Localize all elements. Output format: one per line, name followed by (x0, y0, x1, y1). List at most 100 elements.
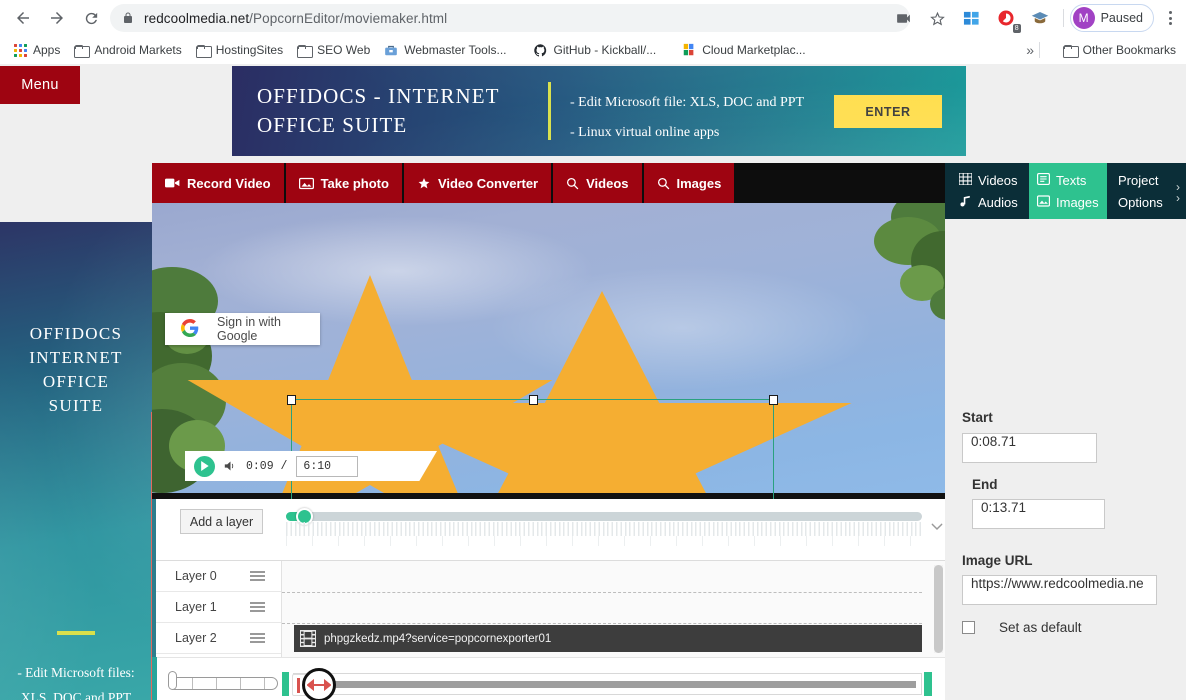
windows-grid-icon[interactable] (958, 4, 986, 32)
track-area[interactable]: phpgzkedz.mp4?service=popcornexporter01 (282, 561, 945, 657)
resize-handle-top-center[interactable] (529, 395, 538, 405)
forward-icon[interactable] (40, 1, 74, 35)
adblock-badge: 8 (1013, 24, 1021, 33)
chevron-down-icon[interactable] (929, 519, 945, 535)
tab-options[interactable]: Options (1110, 191, 1172, 213)
toolbar-video-converter[interactable]: Video Converter (404, 163, 553, 203)
bookmark-hosting-sites[interactable]: HostingSites (190, 38, 289, 62)
drag-handle-icon[interactable] (250, 571, 265, 581)
tracks-vertical-scrollbar[interactable] (934, 565, 943, 653)
other-bookmarks-label: Other Bookmarks (1083, 43, 1176, 57)
current-time-label: 0:09 / (246, 460, 287, 473)
bookmark-cloud-marketplace[interactable]: Cloud Marketplac... (676, 38, 811, 62)
layer-label: Layer 0 (175, 569, 217, 583)
url-text: redcoolmedia.net/PopcornEditor/moviemake… (144, 11, 447, 26)
play-icon[interactable] (194, 456, 215, 477)
tab-audios[interactable]: Audios (951, 191, 1029, 213)
chrome-icon-divider (1063, 9, 1064, 27)
timeline-left-scrub-handle[interactable] (168, 671, 177, 690)
tab-texts[interactable]: Texts (1029, 169, 1107, 191)
promo-title-line-2: OFFICE SUITE (257, 111, 547, 140)
timeline-scroll-end-handle[interactable] (924, 672, 932, 696)
folder-icon (196, 45, 210, 56)
sign-in-with-google-button[interactable]: Sign in with Google (165, 313, 320, 345)
sign-in-with-google-label: Sign in with Google (217, 315, 320, 343)
bookmark-star-icon[interactable] (924, 4, 952, 32)
drag-handle-icon[interactable] (250, 633, 265, 643)
chrome-right-icons: 8 M Paused (887, 4, 1182, 32)
timeline-playhead[interactable] (151, 412, 152, 700)
properties-panel: Videos Audios Texts (945, 163, 1186, 700)
bookmark-apps[interactable]: Apps (8, 38, 66, 62)
bookmarks-bar: Apps Android Markets HostingSites SEO We… (0, 36, 1186, 64)
editor-toolbar: Record Video Take photo Video Converter … (152, 163, 952, 203)
bookmarks-overflow-button[interactable]: » (1026, 36, 1034, 64)
tab-label: Texts (1056, 173, 1086, 188)
tab-label: Project (1118, 173, 1158, 188)
timeline-ruler-majors (286, 536, 922, 546)
reload-icon[interactable] (74, 1, 108, 35)
video-camera-icon[interactable] (890, 4, 918, 32)
panel-tab-group-content: Texts Images (1029, 163, 1107, 219)
resize-handle-top-right[interactable] (769, 395, 778, 405)
other-bookmarks-button[interactable]: Other Bookmarks (1057, 38, 1182, 62)
layer-row[interactable]: Layer 1 (152, 592, 281, 623)
add-layer-button[interactable]: Add a layer (180, 509, 263, 534)
cloud (482, 263, 882, 393)
graduation-cap-icon[interactable] (1026, 4, 1054, 32)
promo-bullet-1: - Edit Microsoft file: XLS, DOC and PPT (570, 88, 804, 118)
toolbar-videos[interactable]: Videos (553, 163, 643, 203)
bookmark-github[interactable]: GitHub - Kickball/... (527, 38, 663, 62)
total-time-input[interactable]: 6:10 (296, 456, 358, 477)
start-label: Start (962, 410, 993, 425)
selection-box[interactable] (291, 399, 774, 499)
address-bar[interactable]: redcoolmedia.net/PopcornEditor/moviemake… (110, 4, 910, 32)
bookmark-android-markets[interactable]: Android Markets (68, 38, 187, 62)
timeline-scroll-start-handle[interactable] (282, 672, 289, 696)
avatar: M (1073, 7, 1095, 29)
start-input[interactable]: 0:08.71 (962, 433, 1097, 463)
panel-tabs-overflow-edge[interactable]: ›› (1176, 163, 1186, 219)
bookmark-seo-web[interactable]: SEO Web (291, 38, 376, 62)
toolbar-take-photo[interactable]: Take photo (286, 163, 404, 203)
google-g-icon (181, 319, 199, 340)
promo-enter-button[interactable]: ENTER (834, 95, 942, 128)
back-icon[interactable] (6, 1, 40, 35)
end-input[interactable]: 0:13.71 (972, 499, 1105, 529)
timeline-horizontal-scrollbar[interactable] (293, 673, 922, 695)
promo-sidebar-title-2: INTERNET (0, 346, 152, 370)
toolbar-images[interactable]: Images (644, 163, 737, 203)
menu-button[interactable]: Menu (0, 66, 80, 104)
resize-handle-top-left[interactable] (287, 395, 296, 405)
tab-videos[interactable]: Videos (951, 169, 1029, 191)
three-dots-menu-icon[interactable] (1158, 4, 1182, 32)
promo-banner-title: OFFIDOCS - INTERNET OFFICE SUITE (257, 82, 547, 140)
bookmark-label: Cloud Marketplac... (702, 43, 805, 57)
horizontal-resize-icon[interactable] (302, 668, 336, 700)
tab-images[interactable]: Images (1029, 191, 1107, 213)
drag-handle-icon[interactable] (250, 602, 265, 612)
bookmark-webmaster-tools[interactable]: Webmaster Tools... (378, 38, 512, 62)
timeline-left-scrub[interactable] (168, 677, 278, 690)
timeline-ruler-ticks (286, 522, 922, 536)
panel-tabs: Videos Audios Texts (945, 163, 1186, 219)
image-url-input[interactable]: https://www.redcoolmedia.ne (962, 575, 1157, 605)
toolbar-record-video[interactable]: Record Video (152, 163, 286, 203)
adblock-icon[interactable]: 8 (992, 4, 1020, 32)
layer-row[interactable]: Layer 2 (152, 623, 281, 654)
toolbar-label: Take photo (321, 176, 389, 191)
timeline-zoom-slider[interactable] (286, 512, 922, 521)
promo-sidebar-bullets: - Edit Microsoft files: XLS, DOC and PPT… (6, 660, 146, 700)
profile-pill[interactable]: M Paused (1070, 4, 1154, 32)
bookmark-label: GitHub - Kickball/... (554, 43, 657, 57)
popcorn-editor: Record Video Take photo Video Converter … (152, 163, 1186, 700)
tab-label: Audios (978, 195, 1018, 210)
volume-icon[interactable] (224, 460, 237, 472)
timeline-clip[interactable]: phpgzkedz.mp4?service=popcornexporter01 (294, 625, 922, 652)
bookmarks-divider (1039, 42, 1040, 58)
tab-project[interactable]: Project (1110, 169, 1172, 191)
set-as-default-checkbox[interactable] (962, 621, 975, 634)
search-icon (566, 177, 579, 190)
video-canvas[interactable]: Sign in with Google 0:09 / 6:10 (152, 203, 952, 499)
layer-row[interactable]: Layer 0 (152, 561, 281, 592)
